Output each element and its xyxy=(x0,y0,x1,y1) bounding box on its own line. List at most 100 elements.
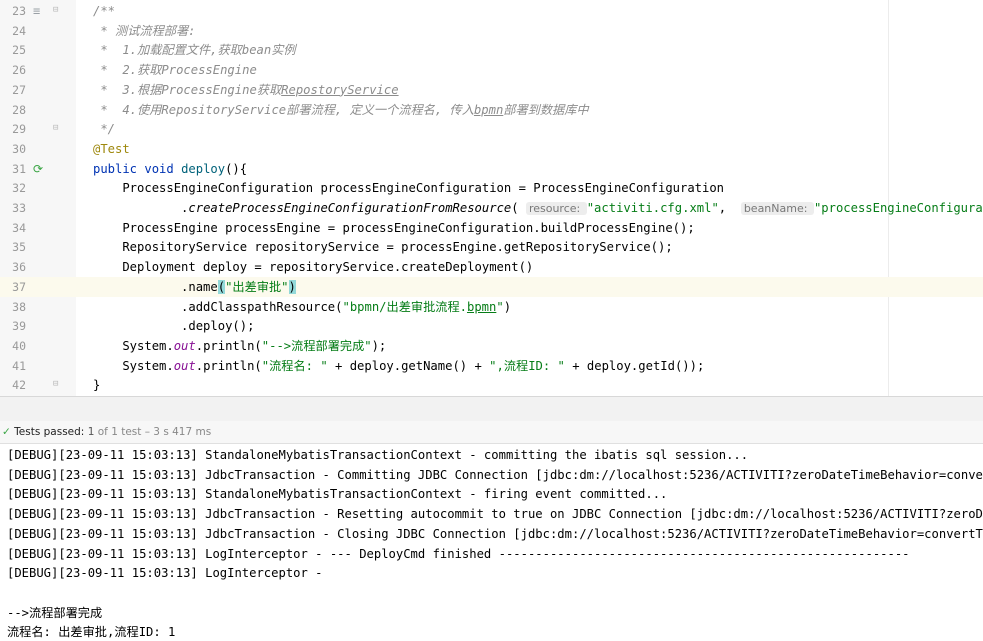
code-line[interactable]: 40 System.out.println("-->流程部署完成"); xyxy=(0,336,983,356)
console-output[interactable]: [DEBUG][23-09-11 15:03:13] StandaloneMyb… xyxy=(0,444,983,641)
code-text: ProcessEngineConfiguration processEngine… xyxy=(93,178,724,198)
parameter-hint: beanName: xyxy=(740,202,814,215)
code-token: "activiti.cfg.xml" xyxy=(586,201,719,215)
console-line: [DEBUG][23-09-11 15:03:13] JdbcTransacti… xyxy=(7,467,983,482)
code-line[interactable]: 35 RepositoryService repositoryService =… xyxy=(0,237,983,257)
tests-passed-label: Tests passed: xyxy=(14,426,85,438)
code-token: bpmn xyxy=(473,102,504,117)
line-number: 33 xyxy=(12,201,26,215)
code-line[interactable]: 25 * 1.加载配置文件,获取bean实例 xyxy=(0,40,983,60)
line-number: 36 xyxy=(12,260,26,275)
code-line[interactable]: 33 .createProcessEngineConfigurationFrom… xyxy=(0,198,983,218)
code-token: * 1.加载配置文件,获取bean实例 xyxy=(93,43,296,58)
console-line: [DEBUG][23-09-11 15:03:13] StandaloneMyb… xyxy=(7,448,749,462)
code-token: * 4.使用RepositoryService部署流程, 定义一个流程名, 传入 xyxy=(93,102,474,117)
line-number: 42 xyxy=(12,378,26,393)
code-token: * 测试流程部署: xyxy=(93,23,196,38)
code-text: System.out.println("-->流程部署完成"); xyxy=(93,336,386,356)
code-text: ProcessEngine processEngine = processEng… xyxy=(93,218,694,238)
code-token: .println( xyxy=(195,358,262,373)
code-token: 部署到数据库中 xyxy=(503,102,589,117)
code-token: .name xyxy=(93,279,218,294)
code-line[interactable]: 31 ⟳ public void deploy(){ xyxy=(0,159,983,179)
run-test-icon[interactable]: ⟳ xyxy=(33,161,47,177)
console-line: 流程名: 出差审批,流程ID: 1 xyxy=(7,625,176,640)
code-text: Deployment deploy = repositoryService.cr… xyxy=(93,257,533,277)
line-number: 37 xyxy=(12,279,26,294)
line-number: 23 xyxy=(12,4,26,18)
code-token: ProcessEngineConfiguration processEngine… xyxy=(93,181,725,196)
code-line[interactable]: 41 System.out.println("流程名: " + deploy.g… xyxy=(0,356,983,376)
tests-passed-count: 1 xyxy=(87,426,95,438)
code-token: + deploy.getId()); xyxy=(564,358,705,373)
code-token: System. xyxy=(93,358,174,373)
code-token: .println( xyxy=(195,338,262,353)
code-token: RepositoryService repositoryService = pr… xyxy=(93,240,673,255)
code-token: ); xyxy=(371,338,387,353)
code-token: ",流程ID: " xyxy=(489,358,565,373)
code-text: } xyxy=(93,375,100,395)
line-number: 26 xyxy=(12,63,26,78)
line-number: 39 xyxy=(12,319,26,334)
code-text: /** xyxy=(93,1,115,21)
console-line: [DEBUG][23-09-11 15:03:13] JdbcTransacti… xyxy=(7,507,983,522)
code-text: * 测试流程部署: xyxy=(93,21,195,41)
code-text: RepositoryService repositoryService = pr… xyxy=(93,237,673,257)
code-text: public void deploy(){ xyxy=(93,159,247,179)
line-number: 41 xyxy=(12,358,26,373)
code-line[interactable]: 32 ProcessEngineConfiguration processEng… xyxy=(0,178,983,198)
code-line[interactable]: 24 * 测试流程部署: xyxy=(0,21,983,41)
fold-marker-icon[interactable]: ⊟ xyxy=(53,379,62,389)
code-token: "流程名: " xyxy=(261,358,328,373)
code-text: .deploy(); xyxy=(93,316,254,336)
structure-icon[interactable]: ≡ xyxy=(33,3,47,19)
code-line[interactable]: 34 ProcessEngine processEngine = process… xyxy=(0,218,983,238)
code-token: ) xyxy=(288,279,296,294)
code-token: * 2.获取ProcessEngine xyxy=(93,63,257,78)
code-token: out xyxy=(173,338,196,353)
line-number: 32 xyxy=(12,181,26,196)
code-line[interactable]: 27 * 3.根据ProcessEngine获取RepostoryService xyxy=(0,80,983,100)
fold-marker-icon[interactable]: ⊟ xyxy=(53,123,62,133)
code-token: } xyxy=(93,378,101,393)
code-token: "processEngineConfiguration" xyxy=(813,201,983,215)
code-token: (){ xyxy=(225,161,248,176)
code-line[interactable]: 29 ⊟ */ xyxy=(0,119,983,139)
code-line[interactable]: 42 ⊟} xyxy=(0,375,983,395)
code-token: bpmn xyxy=(466,299,497,314)
code-token: @Test xyxy=(93,141,130,156)
line-number: 30 xyxy=(12,141,26,156)
code-text: @Test xyxy=(93,139,130,159)
code-token: ) xyxy=(503,299,512,314)
fold-marker-icon[interactable]: ⊟ xyxy=(53,5,62,15)
code-line[interactable]: 39 .deploy(); xyxy=(0,316,983,336)
panel-splitter[interactable] xyxy=(0,396,983,421)
code-line[interactable]: 38 .addClasspathResource("bpmn/出差审批流程.bp… xyxy=(0,297,983,317)
code-line[interactable]: 26 * 2.获取ProcessEngine xyxy=(0,60,983,80)
line-number: 38 xyxy=(12,299,26,314)
code-text: .createProcessEngineConfigurationFromRes… xyxy=(93,198,983,219)
code-token: System. xyxy=(93,338,174,353)
line-number: 34 xyxy=(12,220,26,235)
code-line[interactable]: 23 ≡ ⊟ /** xyxy=(0,1,983,21)
code-line[interactable]: 30 @Test xyxy=(0,139,983,159)
line-number: 40 xyxy=(12,338,26,353)
console-line: [DEBUG][23-09-11 15:03:13] LogIntercepto… xyxy=(7,546,910,561)
code-token: deploy xyxy=(181,161,226,176)
line-number: 35 xyxy=(12,240,26,255)
code-token: . xyxy=(93,201,189,215)
code-text: * 3.根据ProcessEngine获取RepostoryService xyxy=(93,80,398,100)
code-line[interactable]: 36 Deployment deploy = repositoryService… xyxy=(0,257,983,277)
code-editor[interactable]: 23 ≡ ⊟ /** 24 * 测试流程部署: 25 * 1.加载配置文件,获取bean实… xyxy=(0,0,983,396)
console-line: [DEBUG][23-09-11 15:03:13] LogIntercepto… xyxy=(7,566,330,581)
code-token: .deploy(); xyxy=(93,319,255,334)
code-text: * 2.获取ProcessEngine xyxy=(93,60,257,80)
code-token: Deployment deploy = repositoryService.cr… xyxy=(93,260,534,275)
code-text: */ xyxy=(93,119,115,139)
test-status-bar: ✓ Tests passed: 1 of 1 test – 3 s 417 ms xyxy=(0,421,983,444)
code-token: ( xyxy=(217,279,226,294)
code-token: .addClasspathResource( xyxy=(93,299,343,314)
code-line[interactable]: 37 .name("出差审批") xyxy=(0,276,983,297)
code-token: + deploy.getName() + xyxy=(327,358,490,373)
code-line[interactable]: 28 * 4.使用RepositoryService部署流程, 定义一个流程名,… xyxy=(0,100,983,120)
